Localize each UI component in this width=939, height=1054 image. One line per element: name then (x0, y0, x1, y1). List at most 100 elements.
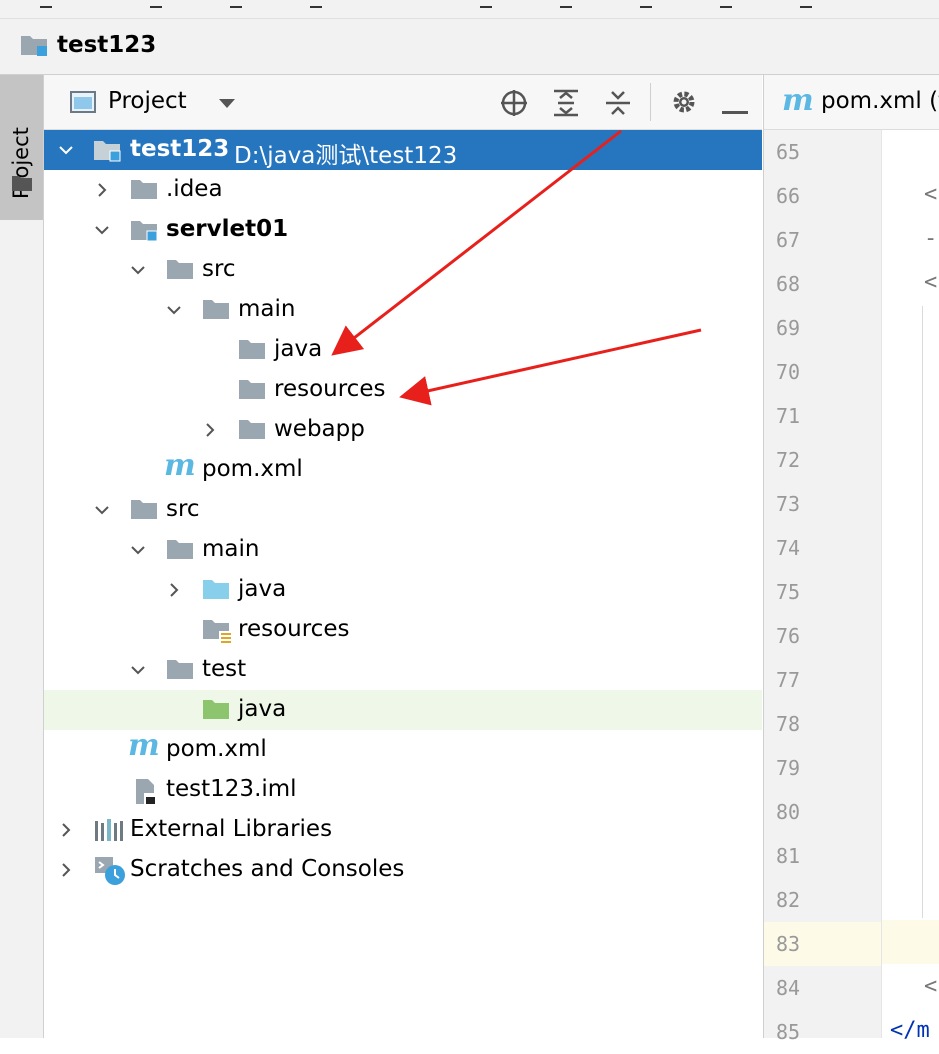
tree-row-resources[interactable]: resources (44, 370, 762, 410)
tree-row-java-test[interactable]: java (44, 690, 762, 730)
title-bar: test123 (0, 19, 939, 75)
current-line-highlight (882, 920, 939, 964)
line-number[interactable]: 80 (764, 790, 882, 834)
scratches-icon (94, 856, 126, 890)
line-number[interactable]: 82 (764, 878, 882, 922)
tree-row-test[interactable]: test (44, 650, 762, 690)
tree-label: resources (274, 376, 386, 402)
chevron-down-icon[interactable] (94, 222, 110, 238)
tree-label: Scratches and Consoles (130, 856, 405, 882)
tree-row-servlet01[interactable]: servlet01 (44, 210, 762, 250)
chevron-right-icon[interactable] (94, 182, 110, 198)
chevron-down-icon[interactable] (58, 142, 74, 158)
library-icon (94, 818, 124, 846)
folder-icon (166, 538, 194, 564)
tree-label: test (202, 656, 247, 682)
project-tree: test123 D:\java测试\test123 .idea servlet0… (44, 130, 762, 1038)
chevron-down-icon[interactable] (130, 542, 146, 558)
editor-tab-bar: m pom.xml (t (763, 75, 939, 130)
tree-label: java (238, 696, 287, 722)
folder-icon (130, 178, 158, 204)
chevron-down-icon[interactable] (166, 302, 182, 318)
code-fragment: </m (890, 1018, 930, 1043)
tree-label: servlet01 (166, 216, 289, 242)
line-number[interactable]: 66 (764, 174, 882, 218)
line-number[interactable]: 68 (764, 262, 882, 306)
folder-icon (238, 418, 266, 444)
line-number[interactable]: 67 (764, 218, 882, 262)
tree-row-webapp[interactable]: webapp (44, 410, 762, 450)
view-dropdown-icon[interactable] (219, 99, 235, 108)
tree-label: pom.xml (202, 456, 303, 482)
chevron-right-icon[interactable] (202, 422, 218, 438)
indent-guide (922, 306, 923, 918)
tree-label: main (202, 536, 260, 562)
tree-row-idea[interactable]: .idea (44, 170, 762, 210)
tree-row-iml[interactable]: test123.iml (44, 770, 762, 810)
tree-label: .idea (166, 176, 223, 202)
tree-row-pom-xml[interactable]: m pom.xml (44, 448, 762, 490)
line-number[interactable]: 84 (764, 966, 882, 1010)
project-tool-tab[interactable]: Project (0, 75, 43, 220)
code-area[interactable]: < - < < </m (881, 130, 939, 1043)
source-folder-icon (202, 578, 230, 604)
folder-icon (238, 338, 266, 364)
line-number[interactable]: 83 (764, 922, 882, 966)
line-number[interactable]: 70 (764, 350, 882, 394)
gear-icon[interactable] (670, 88, 698, 120)
test-folder-icon (202, 698, 230, 724)
tree-row-scratches[interactable]: Scratches and Consoles (44, 850, 762, 890)
project-panel-header: Project (44, 75, 762, 130)
folder-icon (202, 298, 230, 324)
line-number[interactable]: 65 (764, 130, 882, 174)
module-folder-icon (93, 138, 123, 166)
editor-tab-label[interactable]: pom.xml (t (821, 88, 939, 114)
tree-row-java-source[interactable]: java (44, 570, 762, 610)
tree-row-external-libraries[interactable]: External Libraries (44, 810, 762, 850)
folder-icon (166, 658, 194, 684)
chevron-right-icon[interactable] (166, 582, 182, 598)
chevron-down-icon[interactable] (130, 662, 146, 678)
line-number[interactable]: 81 (764, 834, 882, 878)
tree-row-src[interactable]: src (44, 490, 762, 530)
line-number[interactable]: 74 (764, 526, 882, 570)
panel-title[interactable]: Project (108, 88, 187, 114)
tree-label: test123.iml (166, 776, 297, 802)
tree-row-pom-xml-root[interactable]: m pom.xml (44, 728, 762, 770)
chevron-down-icon[interactable] (94, 502, 110, 518)
code-fragment: < (924, 182, 938, 207)
maven-icon: m (782, 83, 814, 118)
collapse-all-icon[interactable] (604, 88, 632, 122)
tree-label: External Libraries (130, 816, 333, 842)
resources-folder-icon (202, 618, 234, 648)
chevron-right-icon[interactable] (58, 862, 74, 878)
toolbar-separator (650, 83, 651, 121)
tree-row-main[interactable]: main (44, 530, 762, 570)
tool-window-strip: Project (0, 75, 44, 1038)
project-folder-icon (20, 33, 50, 61)
line-number[interactable]: 73 (764, 482, 882, 526)
line-number[interactable]: 79 (764, 746, 882, 790)
tree-path: D:\java测试\test123 (234, 143, 458, 169)
chevron-down-icon[interactable] (130, 262, 146, 278)
minimize-icon[interactable] (722, 100, 748, 119)
line-number[interactable]: 69 (764, 306, 882, 350)
tree-row-main[interactable]: main (44, 290, 762, 330)
line-number[interactable]: 85 (764, 1010, 882, 1054)
tree-row-src[interactable]: src (44, 250, 762, 290)
line-number[interactable]: 76 (764, 614, 882, 658)
line-number[interactable]: 77 (764, 658, 882, 702)
tree-label: pom.xml (166, 736, 267, 762)
line-number[interactable]: 78 (764, 702, 882, 746)
tree-row-java[interactable]: java (44, 330, 762, 370)
line-number[interactable]: 71 (764, 394, 882, 438)
line-number[interactable]: 72 (764, 438, 882, 482)
locate-icon[interactable] (499, 88, 529, 122)
project-view-icon (70, 91, 96, 117)
line-number[interactable]: 75 (764, 570, 882, 614)
expand-all-icon[interactable] (552, 88, 580, 122)
tree-row-project-root[interactable]: test123 D:\java测试\test123 (44, 130, 762, 170)
code-fragment: - (924, 226, 938, 251)
chevron-right-icon[interactable] (58, 822, 74, 838)
tree-row-resources-root[interactable]: resources (44, 610, 762, 650)
